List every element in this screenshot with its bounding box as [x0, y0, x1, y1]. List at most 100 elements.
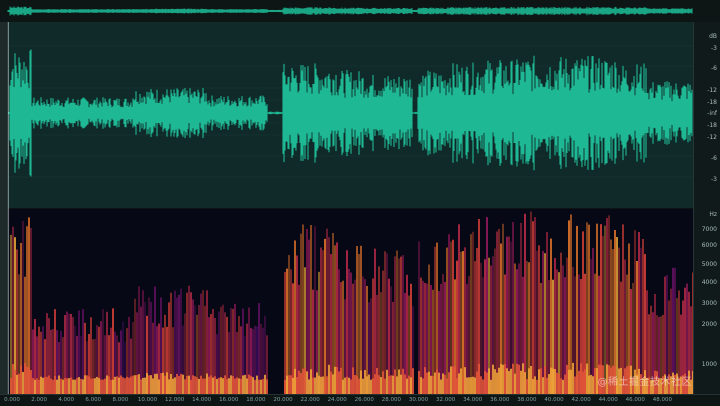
spectrogram-low-band — [120, 375, 122, 394]
spectrogram-low-band — [124, 378, 126, 394]
timeline-tick-label: 24.000 — [327, 397, 347, 403]
spectrogram-low-band — [254, 379, 256, 394]
db-tick-label: -12 — [707, 87, 717, 94]
timeline-tick-label: 6.000 — [85, 397, 102, 403]
spectrogram-low-band — [354, 375, 356, 394]
db-tick-label: -6 — [711, 155, 717, 162]
spectrogram-low-band — [66, 378, 68, 394]
timeline-ruler[interactable]: 0.000 2.000 4.000 6.000 8.000 10.000 12.000 14.… — [0, 394, 720, 406]
spectrogram-low-band — [68, 378, 70, 394]
spectrogram-low-band — [222, 378, 224, 394]
spectrogram-low-band — [228, 378, 230, 394]
spectrogram-low-band — [172, 378, 174, 394]
spectrogram-column — [342, 280, 344, 394]
spectrogram-low-band — [592, 376, 594, 394]
spectrogram-low-band — [34, 379, 36, 394]
spectrogram-low-band — [362, 378, 364, 394]
spectrogram-column — [362, 276, 364, 394]
spectrogram-low-band — [182, 374, 184, 394]
spectrogram-low-band — [200, 375, 202, 394]
spectrogram-low-band — [590, 374, 592, 394]
spectrogram-column — [310, 225, 312, 394]
spectrogram-low-band — [258, 379, 260, 394]
spectrogram-low-band — [396, 376, 398, 394]
spectrogram-low-band — [476, 371, 478, 394]
spectrogram-low-band — [430, 375, 432, 394]
spectrogram-column — [536, 250, 538, 394]
spectrogram-low-band — [210, 375, 212, 394]
spectrogram-low-band — [436, 369, 438, 394]
spectrogram-low-band — [492, 364, 494, 394]
spectrogram-low-band — [434, 372, 436, 394]
spectrogram-low-band — [448, 372, 450, 394]
spectrogram-column — [474, 261, 476, 394]
spectrogram-low-band — [198, 378, 200, 394]
spectrogram-low-band — [510, 368, 512, 394]
spectrogram-low-band — [194, 376, 196, 394]
spectrogram-low-band — [44, 376, 46, 394]
spectrogram-low-band — [158, 379, 160, 394]
spectrogram-low-band — [498, 367, 500, 394]
spectrogram-column — [490, 265, 492, 394]
spectrogram-low-band — [508, 371, 510, 394]
spectrogram-column — [480, 262, 482, 394]
playhead-cursor[interactable] — [8, 22, 9, 394]
spectrogram-column — [466, 283, 468, 394]
hz-tick-label: 1000 — [701, 361, 717, 368]
spectrogram-low-band — [332, 374, 334, 394]
spectrogram-low-band — [474, 377, 476, 394]
spectrogram-column — [300, 233, 302, 394]
spectrogram-column — [582, 231, 584, 394]
spectrogram-column — [288, 255, 290, 394]
spectrogram-low-band — [556, 372, 558, 394]
spectrogram-low-band — [588, 375, 590, 394]
timeline-tick-label: 46.000 — [625, 397, 645, 403]
spectrogram-low-band — [48, 375, 50, 394]
spectrogram-low-band — [568, 369, 570, 394]
spectrogram-low-band — [42, 377, 44, 394]
spectrogram-panel[interactable] — [8, 209, 693, 394]
spectrogram-low-band — [88, 376, 90, 394]
timeline-tick-label: 16.000 — [219, 397, 239, 403]
spectrogram-column — [546, 231, 548, 394]
timeline-tick-label: 20.000 — [273, 397, 293, 403]
spectrogram-low-band — [394, 369, 396, 394]
waveform-display — [8, 45, 693, 178]
spectrogram-low-band — [204, 378, 206, 394]
spectrogram-column — [286, 268, 288, 394]
spectrogram-low-band — [330, 371, 332, 394]
spectrogram-low-band — [252, 377, 254, 394]
timeline-tick-label: 48.000 — [652, 397, 673, 403]
spectrogram-low-band — [422, 378, 424, 394]
spectrogram-low-band — [160, 373, 162, 394]
spectrogram-low-band — [506, 368, 508, 394]
db-tick-label: -6 — [711, 65, 717, 72]
spectrogram-low-band — [14, 369, 16, 394]
spectrogram-low-band — [112, 379, 114, 394]
waveform-panel[interactable] — [8, 22, 693, 208]
spectrogram-low-band — [312, 377, 314, 394]
spectrogram-low-band — [140, 379, 142, 394]
spectrogram-low-band — [244, 374, 246, 394]
amplitude-frequency-ruler: dB -3 -6 -12 -18 -inf -18 -12 -6 -3 Hz 7… — [693, 22, 720, 394]
spectrogram-low-band — [304, 368, 306, 394]
spectrogram-low-band — [540, 368, 542, 394]
spectrogram-low-band — [310, 369, 312, 394]
spectrogram-low-band — [318, 375, 320, 394]
spectrogram-low-band — [408, 375, 410, 394]
spectrogram-low-band — [60, 378, 62, 394]
spectrogram-low-band — [584, 369, 586, 394]
timeline-tick-label: 40.000 — [544, 397, 564, 403]
spectrogram-low-band — [92, 378, 94, 394]
timeline-tick-label: 4.000 — [58, 397, 75, 403]
spectrogram-low-band — [538, 369, 540, 394]
left-scroll-handle[interactable] — [0, 22, 8, 394]
spectrogram-column — [202, 290, 204, 394]
overview-strip[interactable] — [0, 0, 720, 22]
spectrogram-low-band — [350, 379, 352, 394]
db-tick-label: -inf — [707, 110, 717, 117]
spectrogram-column — [574, 276, 576, 394]
spectrogram-low-band — [250, 375, 252, 394]
spectrogram-low-band — [426, 372, 428, 394]
spectrogram-low-band — [412, 368, 414, 394]
